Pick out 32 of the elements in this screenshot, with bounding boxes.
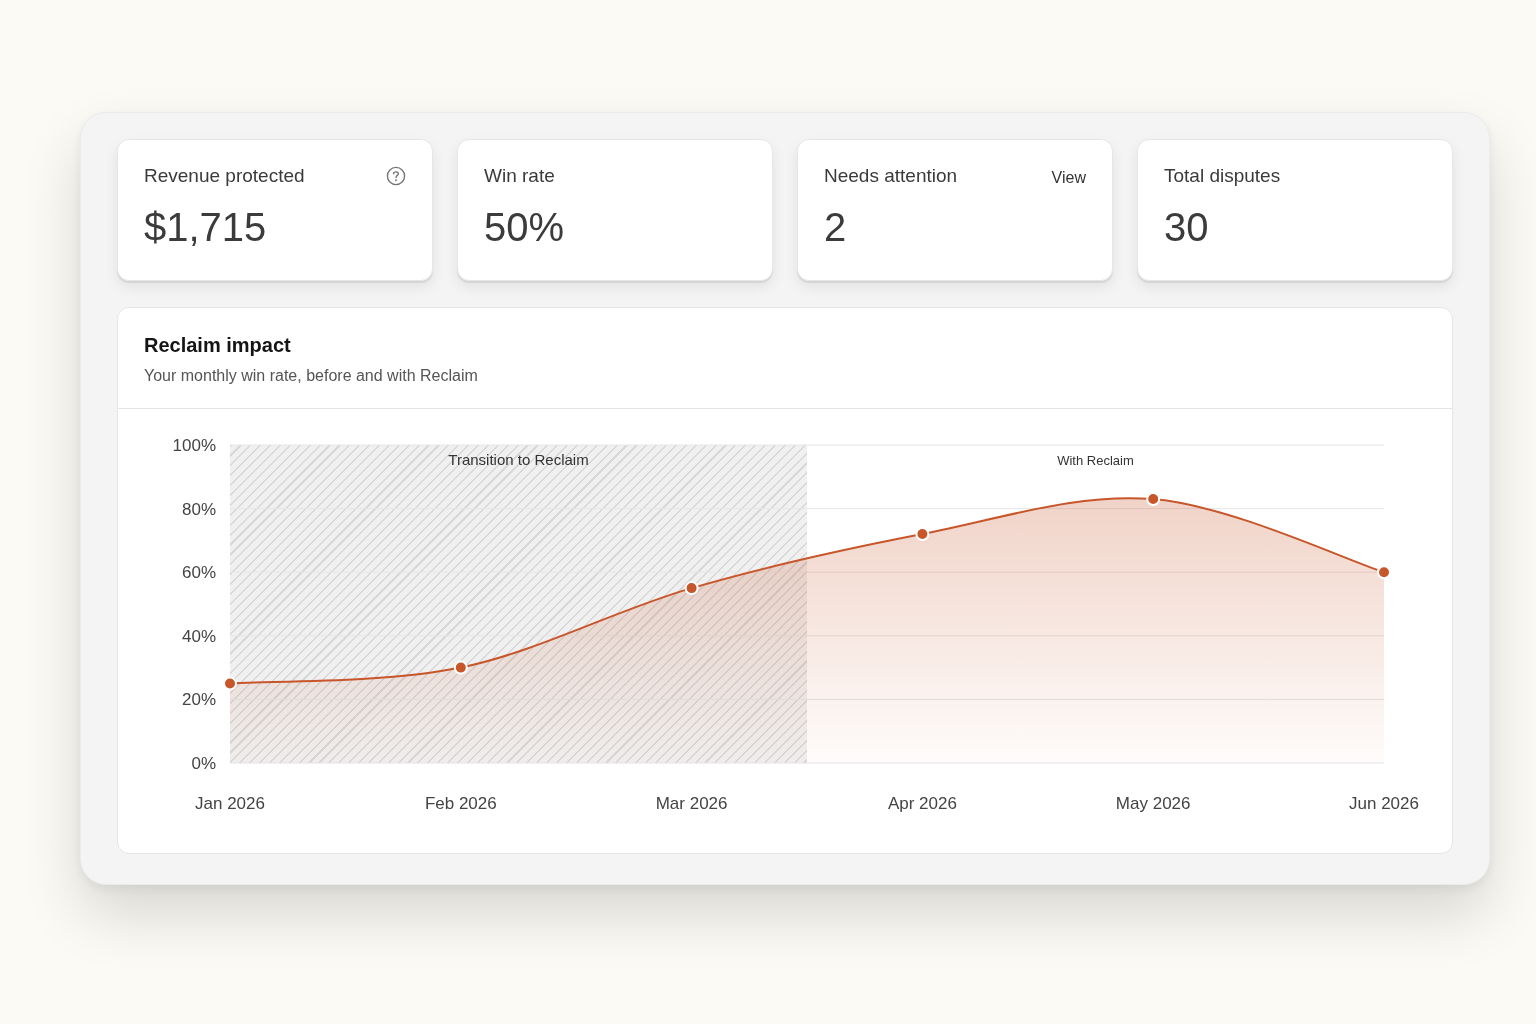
data-point	[1146, 492, 1161, 507]
axis-label: Jun 2026	[1349, 794, 1419, 813]
card-title: Reclaim impact	[144, 333, 292, 358]
card-subtitle: Your monthly win rate, before and with Reclaim	[144, 366, 479, 386]
data-point	[684, 581, 699, 596]
axis-label: 60%	[181, 563, 216, 583]
data-point	[223, 676, 237, 691]
data-point	[453, 660, 468, 675]
stat-label: Total disputes	[1164, 164, 1281, 188]
axis-label: Jan 2026	[195, 794, 265, 813]
stat-label: Needs attention	[824, 164, 958, 188]
axis-label: Apr 2026	[887, 794, 957, 813]
axis-label: Feb 2026	[424, 794, 497, 813]
axis-label: 40%	[181, 626, 216, 646]
data-point	[915, 527, 930, 542]
stat-label: Win rate	[484, 164, 555, 188]
axis-label: 80%	[181, 499, 216, 519]
axis-label: 100%	[172, 436, 216, 455]
data-point	[1377, 565, 1391, 580]
axis-label: Mar 2026	[655, 794, 728, 813]
axis-label: May 2026	[1115, 794, 1191, 813]
view-link[interactable]: View	[1051, 166, 1086, 190]
stat-value: 50%	[484, 204, 566, 249]
help-icon[interactable]	[386, 166, 406, 186]
stat-value: $1,715	[144, 204, 268, 249]
annotation-label: With Reclaim	[1057, 453, 1134, 468]
stat-value: 2	[824, 204, 848, 249]
axis-label: 0%	[191, 754, 216, 773]
axis-label: 20%	[181, 690, 216, 710]
annotation-label: Transition to Reclaim	[448, 451, 589, 468]
stat-value: 30	[1164, 204, 1210, 249]
stat-label: Revenue protected	[144, 164, 305, 188]
